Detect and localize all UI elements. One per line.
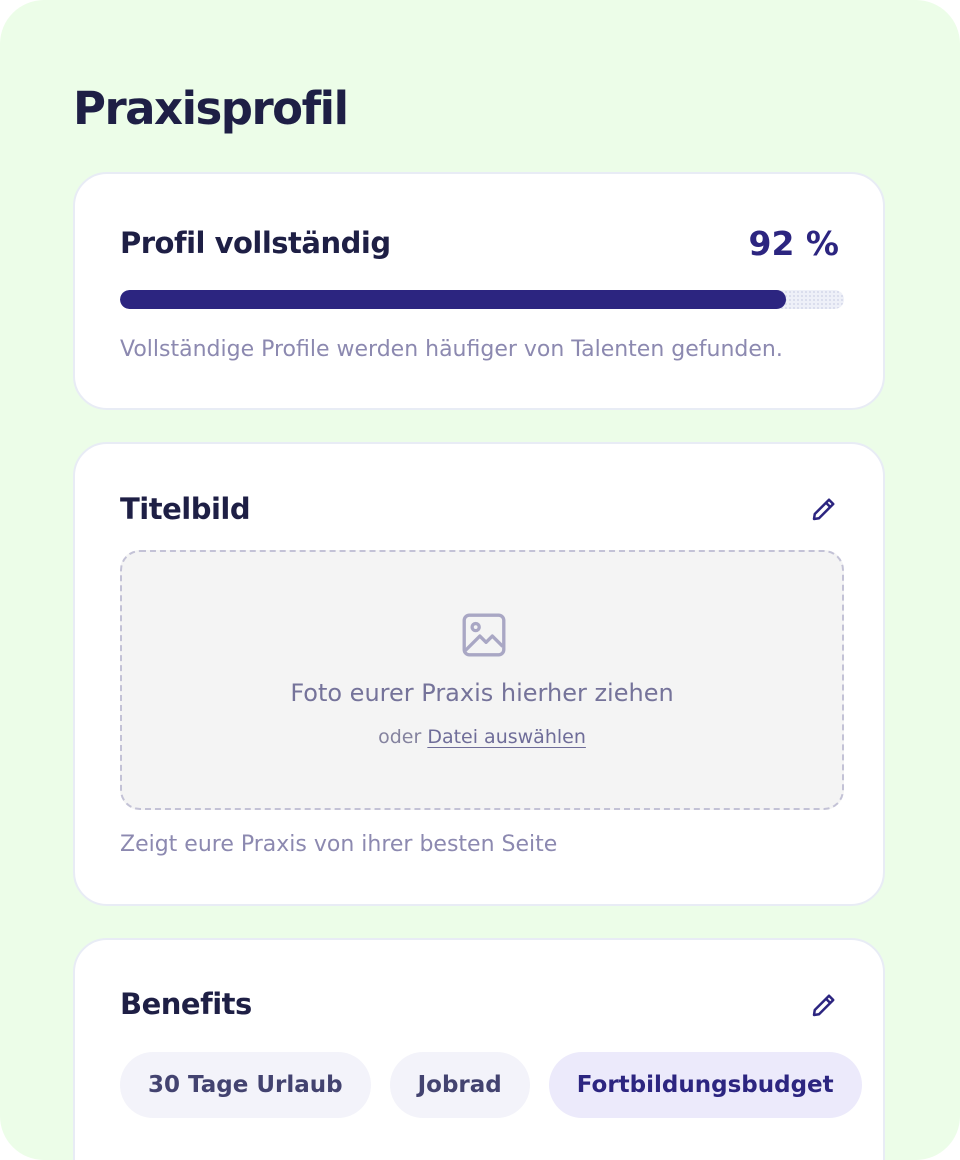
- image-icon: [462, 613, 506, 657]
- profile-completion-card: Profil vollständig 92 % Vollständige Pro…: [73, 172, 885, 410]
- cover-image-card: Titelbild Foto eurer Praxis hierher zieh…: [73, 442, 885, 906]
- pencil-icon[interactable]: [809, 494, 839, 524]
- page-title: Praxisprofil: [73, 82, 349, 135]
- progress-bar: [120, 290, 844, 309]
- pencil-icon[interactable]: [809, 990, 839, 1020]
- benefit-chip-fortbildungsbudget[interactable]: Fortbildungsbudget: [548, 1052, 862, 1118]
- dropzone-subtitle: oder Datei auswählen: [122, 726, 842, 748]
- dropzone-or-text: oder: [378, 726, 422, 748]
- cover-image-heading: Titelbild: [120, 492, 251, 526]
- app-frame: Praxisprofil Profil vollständig 92 % Vol…: [0, 0, 960, 1160]
- completion-hint: Vollständige Profile werden häufiger von…: [120, 337, 783, 362]
- completion-percent: 92 %: [748, 224, 839, 263]
- benefit-chips: 30 Tage Urlaub Jobrad Fortbildungsbudget: [120, 1052, 862, 1118]
- benefits-card: Benefits 30 Tage Urlaub Jobrad Fortbildu…: [73, 938, 885, 1160]
- progress-bar-fill: [120, 290, 787, 309]
- image-dropzone[interactable]: Foto eurer Praxis hierher ziehen oder Da…: [120, 550, 844, 810]
- benefit-chip-urlaub[interactable]: 30 Tage Urlaub: [120, 1052, 371, 1118]
- benefits-heading: Benefits: [120, 987, 252, 1021]
- benefit-chip-jobrad[interactable]: Jobrad: [389, 1052, 530, 1118]
- dropzone-title: Foto eurer Praxis hierher ziehen: [290, 679, 674, 707]
- profile-completion-heading: Profil vollständig: [120, 226, 391, 260]
- cover-image-hint: Zeigt eure Praxis von ihrer besten Seite: [120, 832, 558, 857]
- choose-file-link[interactable]: Datei auswählen: [427, 726, 586, 748]
